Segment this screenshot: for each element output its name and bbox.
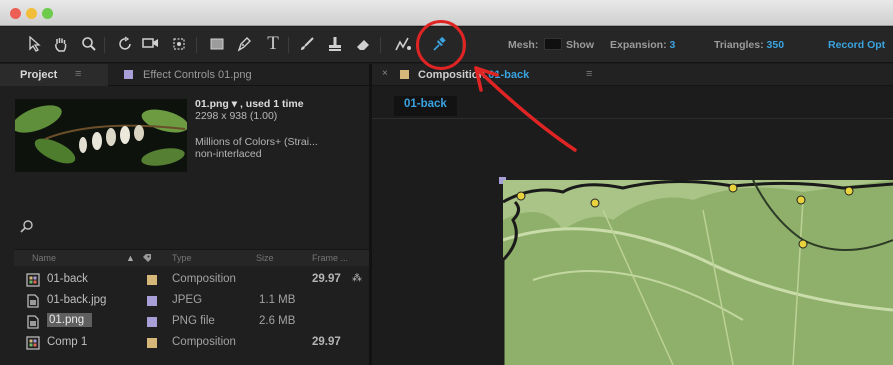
row-name: Comp 1 [47, 336, 88, 348]
close-window-button[interactable] [10, 8, 21, 19]
row-type: Composition [172, 273, 236, 285]
project-row-01-back-jpg[interactable]: 01-back.jpg JPEG 1.1 MB [14, 290, 369, 311]
record-options-link[interactable]: Record Opt [828, 39, 885, 51]
asset-colors: Millions of Colors+ (Strai... [195, 136, 318, 148]
row-size: 2.6 MB [259, 315, 296, 327]
minimize-window-button[interactable] [26, 8, 37, 19]
composition-name: 01-back [488, 69, 530, 81]
composition-breadcrumb-tab[interactable]: 01-back [394, 96, 457, 116]
expansion-value[interactable]: 3 [670, 39, 676, 51]
row-name: 01.png [47, 313, 93, 327]
row-name: 01-back.jpg [47, 294, 107, 306]
project-panel: Project ≡ Effect Controls 01.png 01.png … [0, 64, 369, 365]
row-type: PNG file [172, 315, 215, 327]
zoom-window-button[interactable] [42, 8, 53, 19]
asset-name-usage[interactable]: 01.png ▾ , used 1 time [195, 98, 318, 110]
tab-project-label: Project [20, 69, 58, 81]
composition-viewer[interactable] [503, 180, 893, 365]
rectangle-tool-icon[interactable] [206, 33, 228, 55]
row-size: 1.1 MB [259, 294, 296, 306]
row-name: 01-back [47, 273, 88, 285]
annotation-circle [416, 20, 466, 70]
close-tab-icon[interactable]: × [382, 68, 388, 79]
project-column-headers: Name ▲ Type Size Frame ... [14, 249, 369, 266]
label-color-swatch[interactable] [147, 275, 157, 285]
label-color-swatch[interactable] [147, 338, 157, 348]
label-color-swatch [400, 70, 409, 79]
column-size[interactable]: Size [256, 253, 274, 263]
composition-title-prefix: Composition [418, 69, 486, 81]
project-row-comp-1[interactable]: Comp 1 Composition 29.97 [14, 332, 369, 353]
clone-stamp-tool-icon[interactable] [324, 33, 346, 55]
project-row-01-back[interactable]: 01-back Composition 29.97 ⁂ [14, 269, 369, 290]
tab-project[interactable]: Project ≡ [0, 64, 108, 86]
sort-ascending-icon[interactable]: ▲ [126, 253, 135, 263]
mesh-label: Mesh: [508, 39, 539, 51]
project-panel-tabs: Project ≡ Effect Controls 01.png [0, 64, 369, 86]
triangles-value[interactable]: 350 [767, 39, 785, 51]
composition-icon [26, 273, 40, 287]
row-type: Composition [172, 336, 236, 348]
pan-behind-tool-icon[interactable] [168, 33, 190, 55]
label-color-swatch[interactable] [147, 296, 157, 306]
zoom-tool-icon[interactable] [78, 33, 100, 55]
column-frame-rate[interactable]: Frame ... [312, 253, 348, 263]
show-mesh-toggle[interactable]: Show [566, 39, 594, 51]
expansion-control[interactable]: Expansion: 3 [610, 39, 675, 51]
file-icon [26, 294, 40, 308]
tab-composition[interactable]: Composition 01-back [418, 69, 529, 81]
column-name[interactable]: Name [32, 253, 56, 263]
divider [372, 118, 893, 119]
triangles-control[interactable]: Triangles: 350 [714, 39, 784, 51]
label-column-icon[interactable] [142, 253, 152, 265]
eraser-tool-icon[interactable] [352, 33, 374, 55]
search-icon[interactable] [20, 219, 34, 236]
label-color-swatch[interactable] [147, 317, 157, 327]
asset-thumbnail [15, 99, 187, 172]
flowchart-icon[interactable]: ⁂ [352, 273, 362, 284]
mesh-color-swatch[interactable] [544, 38, 562, 50]
row-frame-rate: 29.97 [312, 273, 341, 285]
asset-info: 01.png ▾ , used 1 time 2298 x 938 (1.00)… [195, 98, 318, 160]
triangles-label: Triangles: [714, 39, 764, 51]
row-type: JPEG [172, 294, 203, 306]
tab-effect-controls[interactable]: Effect Controls 01.png [124, 69, 252, 81]
tab-effect-controls-label: Effect Controls 01.png [143, 69, 252, 81]
roto-brush-tool-icon[interactable] [392, 33, 414, 55]
label-color-swatch [124, 70, 133, 79]
asset-interlace: non-interlaced [195, 148, 262, 160]
file-icon [26, 315, 40, 329]
expansion-label: Expansion: [610, 39, 667, 51]
row-frame-rate: 29.97 [312, 336, 341, 348]
pen-tool-icon[interactable] [233, 33, 255, 55]
asset-dimensions: 2298 x 938 (1.00) [195, 110, 278, 122]
rotate-tool-icon[interactable] [114, 33, 136, 55]
composition-icon [26, 336, 40, 350]
panel-menu-icon[interactable]: ≡ [586, 68, 592, 80]
hand-tool-icon[interactable] [50, 33, 72, 55]
composition-panel: × Composition 01-back ≡ 01-back [372, 64, 893, 365]
type-tool-icon[interactable]: T [262, 33, 284, 55]
selection-tool-icon[interactable] [24, 33, 46, 55]
camera-tool-icon[interactable] [140, 33, 162, 55]
panel-menu-icon[interactable]: ≡ [75, 68, 81, 80]
column-type[interactable]: Type [172, 253, 192, 263]
project-row-01-png[interactable]: 01.png PNG file 2.6 MB [14, 311, 369, 332]
brush-tool-icon[interactable] [296, 33, 318, 55]
